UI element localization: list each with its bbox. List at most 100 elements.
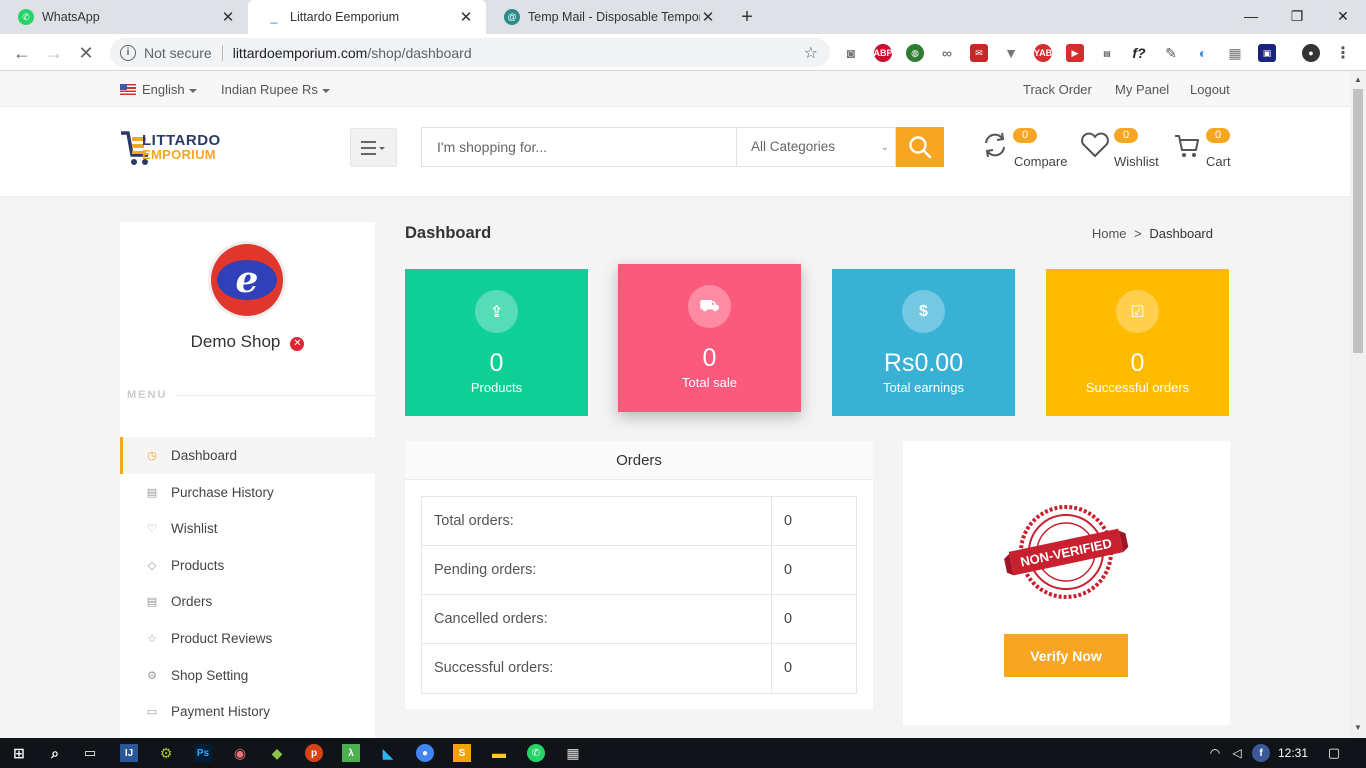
heart-icon	[1081, 132, 1109, 157]
sidebar-item-dashboard[interactable]: ◷ Dashboard	[120, 437, 375, 474]
sidebar-item-wishlist[interactable]: ♡ Wishlist	[120, 510, 375, 547]
tab-littardo[interactable]: _ Littardo Eemporium ✕	[248, 0, 486, 34]
stat-card-products: ⇪ 0 Products	[405, 269, 588, 416]
extension-play-icon[interactable]: ▶	[1066, 44, 1084, 62]
extension-drop-icon[interactable]: ◐	[1194, 44, 1212, 62]
sidebar-item-shop-setting[interactable]: ⚙ Shop Setting	[120, 657, 375, 694]
sidebar-item-purchase-history[interactable]: ▤ Purchase History	[120, 474, 375, 511]
gimp-icon[interactable]: ◉	[231, 744, 249, 762]
camera-icon[interactable]: ◙	[842, 44, 860, 62]
extension-calendar-icon[interactable]: ▦	[1226, 44, 1244, 62]
upload-icon: ⇪	[475, 290, 518, 333]
browser-tab-strip: ✆ WhatsApp ✕ _ Littardo Eemporium ✕ @ Te…	[0, 0, 1366, 34]
volume-icon[interactable]: ◁	[1228, 744, 1246, 762]
language-selector[interactable]: English	[120, 82, 197, 97]
adblock-icon[interactable]: ABP	[874, 44, 893, 62]
browser-toolbar: ← → ✕ i Not secure littardoemporium.com/…	[0, 34, 1366, 71]
app-p-icon[interactable]: p	[305, 744, 323, 762]
page-scrollbar[interactable]: ▲ ▼	[1350, 71, 1366, 738]
sidebar-item-product-reviews[interactable]: ☆ Product Reviews	[120, 620, 375, 657]
url-text: littardoemporium.com/shop/dashboard	[232, 44, 472, 61]
hamburger-icon	[360, 140, 385, 155]
whatsapp-icon: ✆	[18, 9, 34, 25]
track-order-link[interactable]: Track Order	[1023, 82, 1092, 97]
stat-card-successful-orders: ☑ 0 Successful orders	[1046, 269, 1229, 416]
font-finder-icon[interactable]: f?	[1130, 44, 1148, 62]
chrome-icon[interactable]: ●	[416, 744, 434, 762]
close-icon[interactable]: ✕	[458, 8, 474, 26]
address-bar[interactable]: i Not secure littardoemporium.com/shop/d…	[110, 38, 830, 67]
yab-icon[interactable]: YAB	[1034, 44, 1052, 62]
forward-button[interactable]: →	[42, 41, 66, 65]
wifi-icon[interactable]: ◠	[1206, 744, 1224, 762]
sidebar-item-orders[interactable]: ▤ Orders	[120, 583, 375, 620]
compare-link[interactable]: 0 Compare	[982, 128, 1067, 169]
category-menu-button[interactable]	[350, 128, 397, 167]
sidebar-item-payment-history[interactable]: ▭ Payment History	[120, 693, 375, 730]
search-button[interactable]	[896, 127, 944, 167]
my-panel-link[interactable]: My Panel	[1115, 82, 1169, 97]
currency-selector[interactable]: Indian Rupee Rs	[221, 82, 330, 97]
whatsapp-icon[interactable]: ✆	[527, 744, 545, 762]
close-icon[interactable]: ✕	[220, 8, 236, 26]
intellij-icon[interactable]: IJ	[120, 744, 138, 762]
task-view-icon[interactable]: ▭	[81, 744, 99, 762]
restore-button[interactable]: ❐	[1274, 4, 1320, 28]
extension-v-icon[interactable]: ▼	[1002, 44, 1020, 62]
extension-link-icon[interactable]: ∞	[938, 44, 956, 62]
extension-page-icon[interactable]: ▤	[1098, 44, 1116, 62]
extension-screen-icon[interactable]: ▣	[1258, 44, 1276, 62]
logout-link[interactable]: Logout	[1190, 82, 1230, 97]
app-lambda-icon[interactable]: λ	[342, 744, 360, 762]
sublime-icon[interactable]: S	[453, 744, 471, 762]
site-logo[interactable]: LITTARDO EMPORIUM	[120, 127, 240, 169]
search-icon[interactable]: ⌕	[46, 744, 64, 762]
orders-panel-title: Orders	[405, 441, 873, 480]
info-icon[interactable]: i	[120, 44, 136, 61]
notifications-icon[interactable]: ▢	[1325, 744, 1343, 762]
photoshop-icon[interactable]: Ps	[194, 744, 212, 762]
stat-card-total-earnings: $ Rs0.00 Total earnings	[832, 269, 1015, 416]
tab-whatsapp[interactable]: ✆ WhatsApp ✕	[0, 0, 248, 34]
extension-mail-icon[interactable]: ✉	[970, 44, 988, 62]
logo-text-line2: EMPORIUM	[142, 147, 216, 162]
wishlist-link[interactable]: 0 Wishlist	[1080, 128, 1159, 169]
compare-icon	[985, 132, 1005, 158]
top-utility-bar: English Indian Rupee Rs Track Order My P…	[0, 71, 1350, 107]
search-input[interactable]	[421, 127, 737, 167]
stop-button[interactable]: ✕	[74, 41, 98, 65]
profile-avatar[interactable]: ●	[1302, 44, 1320, 62]
folder-icon[interactable]: ▬	[490, 744, 508, 762]
new-tab-button[interactable]: +	[735, 5, 759, 29]
app-bird-icon[interactable]: ◣	[379, 744, 397, 762]
clapper-icon[interactable]: ▦	[564, 744, 582, 762]
sidebar-item-products[interactable]: ◇ Products	[120, 547, 375, 584]
stat-label: Total earnings	[883, 380, 964, 395]
minimize-button[interactable]: —	[1228, 4, 1274, 28]
dashboard-sidebar: e Demo Shop ✕ MENU ◷ Dashboard ▤ Purchase H…	[120, 222, 375, 738]
tab-temp-mail[interactable]: @ Temp Mail - Disposable Tempora ✕	[486, 0, 728, 34]
unverified-badge-icon: ✕	[290, 337, 305, 351]
breadcrumb-home-link[interactable]: Home	[1092, 226, 1127, 241]
shop-avatar: e	[208, 241, 286, 319]
android-icon[interactable]: ⚙	[157, 744, 175, 762]
back-button[interactable]: ←	[10, 41, 34, 65]
app-diamond-icon[interactable]: ◆	[268, 744, 286, 762]
cart-icon	[1175, 135, 1199, 157]
facebook-icon[interactable]: f	[1252, 744, 1270, 762]
bookmark-star-icon[interactable]: ☆	[804, 43, 818, 63]
close-window-button[interactable]: ✕	[1320, 4, 1366, 28]
windows-start-icon[interactable]: ⊞	[10, 744, 28, 762]
stat-label: Products	[470, 380, 523, 395]
scrollbar-thumb[interactable]	[1353, 89, 1363, 353]
verify-now-button[interactable]: Verify Now	[1004, 634, 1128, 677]
extension-globe-icon[interactable]: ◍	[906, 44, 924, 62]
cart-link[interactable]: 0 Cart	[1174, 128, 1231, 169]
security-label: Not secure	[144, 44, 212, 61]
more-menu-icon[interactable]: ⋮	[1334, 44, 1352, 62]
tab-title: Temp Mail - Disposable Tempora	[528, 10, 700, 24]
heart-icon: ♡	[147, 523, 157, 535]
close-icon[interactable]: ✕	[700, 8, 716, 26]
category-select[interactable]: All Categories ⌄	[736, 127, 896, 167]
color-picker-icon[interactable]: ✎	[1162, 44, 1180, 62]
